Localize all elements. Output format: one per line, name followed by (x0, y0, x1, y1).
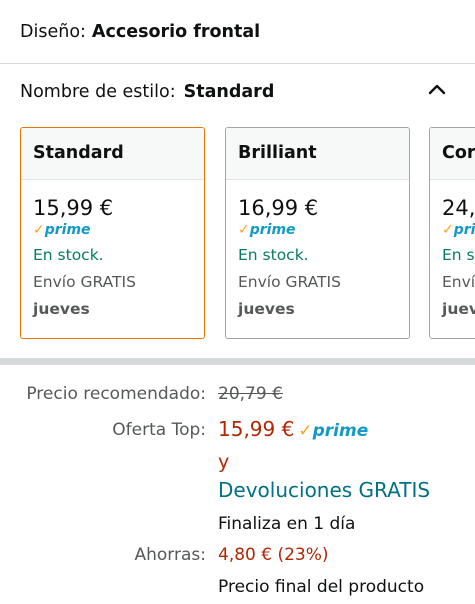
style-option-brilliant[interactable]: Brilliant 16,99 € ✓prime En stock. Envío… (225, 127, 410, 339)
style-options-carousel: Standard 15,99 € ✓prime En stock. Envío … (0, 127, 475, 339)
design-row: Diseño: Accesorio frontal (20, 22, 260, 42)
shipping-text: Envío GRATIS (238, 273, 341, 291)
stock-status: En stock. (33, 246, 104, 264)
offer-ends-text: Finaliza en 1 día (218, 514, 356, 534)
prime-label: prime (453, 222, 475, 238)
delivery-day: jueves (33, 300, 90, 318)
offer-label: Oferta Top: (112, 420, 206, 440)
design-value: Accesorio frontal (91, 22, 261, 42)
delivery-day: jueves (238, 300, 295, 318)
prime-label: prime (249, 222, 296, 238)
savings-label: Ahorras: (134, 545, 207, 565)
style-label: Nombre de estilo: (20, 82, 176, 102)
style-option-partial[interactable]: Cor 24, ✓prime En st Enví juev (429, 127, 475, 339)
section-divider (0, 63, 475, 64)
option-price: 15,99 € (33, 196, 114, 220)
offer-price: 15,99 € (218, 417, 295, 441)
style-row[interactable]: Nombre de estilo: Standard (20, 82, 274, 102)
option-price: 24, (442, 196, 475, 220)
section-divider-thick (0, 358, 475, 365)
stock-status: En stock. (238, 246, 309, 264)
prime-badge: ✓prime (298, 421, 368, 441)
option-name: Brilliant (226, 128, 409, 180)
delivery-day: juev (442, 300, 475, 318)
prime-badge: ✓prime (33, 222, 204, 238)
style-option-standard[interactable]: Standard 15,99 € ✓prime En stock. Envío … (20, 127, 205, 339)
prime-label: prime (44, 222, 91, 238)
style-value: Standard (183, 82, 275, 102)
prime-label: prime (312, 421, 369, 441)
option-price: 16,99 € (238, 196, 319, 220)
recommended-price-value: 20,79 € (218, 384, 283, 404)
prime-badge: ✓prime (238, 222, 409, 238)
shipping-text: Enví (442, 273, 475, 291)
prime-check-icon: ✓ (442, 222, 454, 238)
prime-check-icon: ✓ (298, 421, 313, 441)
recommended-price-label: Precio recomendado: (26, 384, 206, 404)
final-price-note: Precio final del producto (218, 577, 425, 597)
design-label: Diseño: (20, 22, 86, 42)
conjunction-text: y (218, 451, 230, 473)
prime-check-icon: ✓ (238, 222, 250, 238)
chevron-up-icon[interactable] (428, 82, 446, 96)
prime-check-icon: ✓ (33, 222, 45, 238)
stock-status: En st (442, 246, 475, 264)
option-name: Standard (21, 128, 204, 180)
offer-row: 15,99 € ✓prime (218, 417, 368, 441)
savings-value: 4,80 € (23%) (218, 545, 329, 565)
option-name: Cor (430, 128, 475, 180)
free-returns-link[interactable]: Devoluciones GRATIS (218, 478, 430, 502)
prime-badge: ✓prime (442, 222, 475, 238)
shipping-text: Envío GRATIS (33, 273, 136, 291)
